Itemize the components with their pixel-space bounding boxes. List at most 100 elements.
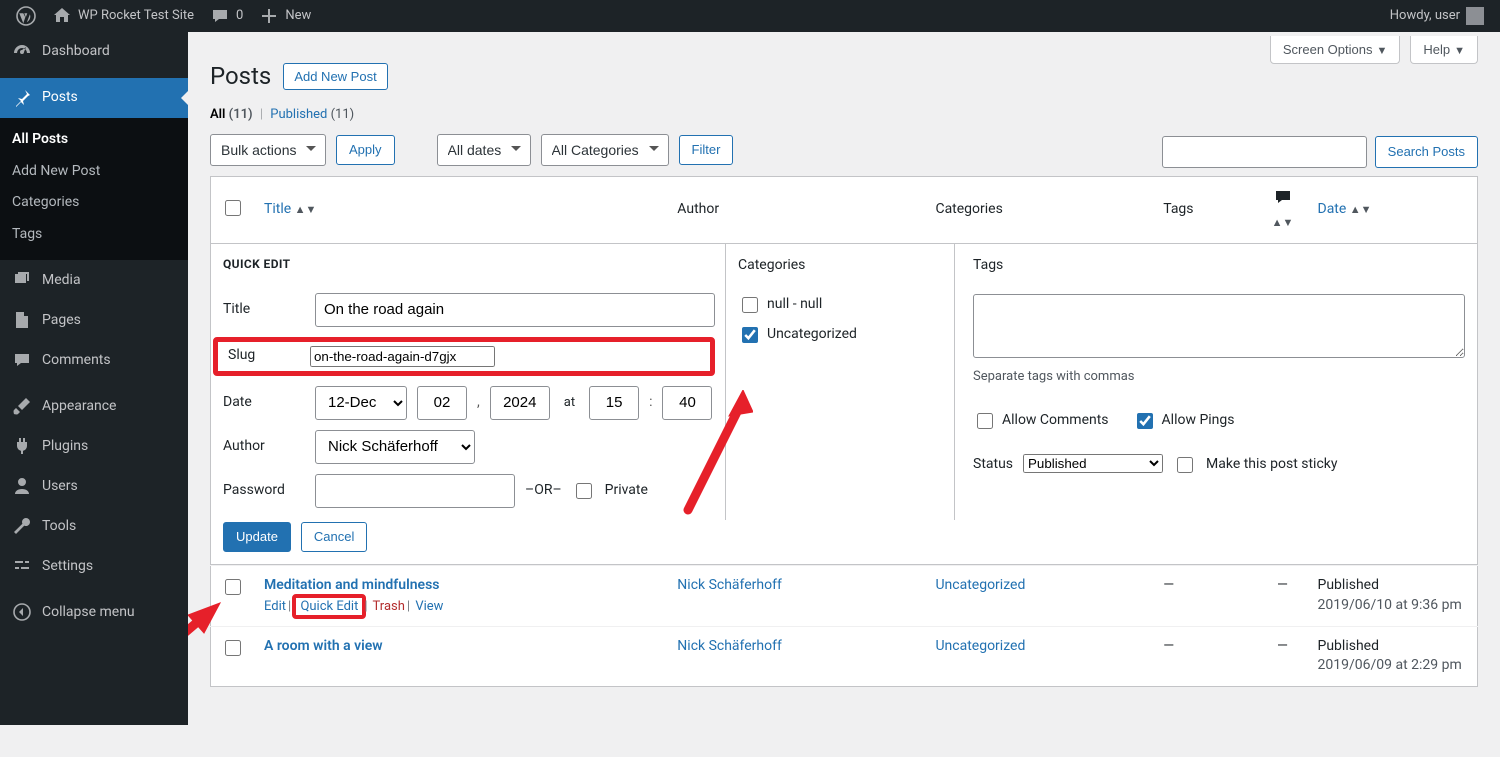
submenu-add-new[interactable]: Add New Post	[0, 156, 188, 188]
post-row: Meditation and mindfulness Edit| Quick E…	[211, 565, 1478, 626]
comment-icon	[1273, 187, 1293, 207]
row-trash[interactable]: Trash	[373, 599, 405, 614]
menu-pages[interactable]: Pages	[0, 300, 188, 340]
column-comments[interactable]: ▲▼	[1258, 176, 1308, 243]
bulk-actions-select[interactable]: Bulk actions	[210, 134, 326, 166]
row-view[interactable]: View	[415, 599, 443, 614]
qe-minute-input[interactable]	[662, 386, 712, 420]
submenu-categories[interactable]: Categories	[0, 187, 188, 219]
qe-cat-option[interactable]: Uncategorized	[738, 324, 942, 346]
sort-icon: ▲▼	[1272, 216, 1294, 229]
qe-allow-pings[interactable]: Allow Pings	[1133, 410, 1235, 432]
menu-users[interactable]: Users	[0, 466, 188, 506]
qe-categories-label: Categories	[738, 256, 942, 276]
filter-published[interactable]: Published (11)	[270, 107, 354, 122]
help-button[interactable]: Help▼	[1410, 36, 1478, 64]
menu-settings[interactable]: Settings	[0, 546, 188, 586]
screen-options-button[interactable]: Screen Options▼	[1270, 36, 1401, 64]
qe-slug-label: Slug	[218, 346, 298, 366]
row-tags: —	[1153, 626, 1257, 686]
qe-tags-textarea[interactable]	[973, 294, 1465, 358]
search-posts-button[interactable]: Search Posts	[1375, 136, 1478, 168]
qe-password-label: Password	[223, 481, 305, 501]
qe-private-checkbox[interactable]	[576, 483, 592, 499]
posts-table: Title ▲▼ Author Categories Tags ▲▼ Date …	[210, 176, 1478, 687]
filter-all[interactable]: All (11)	[210, 107, 253, 122]
cancel-button[interactable]: Cancel	[301, 522, 367, 552]
quick-edit-highlight: Quick Edit	[292, 594, 366, 619]
row-author[interactable]: Nick Schäferhoff	[677, 638, 782, 654]
row-edit[interactable]: Edit	[264, 599, 286, 614]
qe-sticky-checkbox[interactable]	[1177, 457, 1193, 473]
qe-hour-input[interactable]	[589, 386, 639, 420]
menu-posts[interactable]: Posts	[0, 78, 188, 118]
row-comments: —	[1258, 626, 1308, 686]
menu-tools[interactable]: Tools	[0, 506, 188, 546]
row-actions: Edit| Quick Edit| Trash| View	[264, 598, 657, 616]
comment-count-link[interactable]: 0	[202, 0, 251, 32]
qe-author-select[interactable]: Nick Schäferhoff	[315, 430, 475, 464]
column-date[interactable]: Date ▲▼	[1308, 176, 1478, 243]
qe-title-input[interactable]	[315, 293, 715, 327]
admin-bar: WP Rocket Test Site 0 New Howdy, user	[0, 0, 1500, 32]
menu-media[interactable]: Media	[0, 260, 188, 300]
add-new-post-button[interactable]: Add New Post	[283, 63, 387, 90]
qe-cat-option[interactable]: null - null	[738, 294, 942, 316]
home-icon	[52, 6, 72, 26]
account-link[interactable]: Howdy, user	[1382, 0, 1492, 32]
qe-month-select[interactable]: 12-Dec	[315, 386, 407, 420]
page-icon	[12, 310, 32, 330]
collapse-icon	[12, 602, 32, 622]
row-author[interactable]: Nick Schäferhoff	[677, 577, 782, 593]
admin-sidebar: Dashboard Posts All Posts Add New Post C…	[0, 32, 188, 725]
posts-submenu: All Posts Add New Post Categories Tags	[0, 118, 188, 260]
wp-logo[interactable]	[8, 0, 44, 32]
post-title-link[interactable]: A room with a view	[264, 638, 383, 654]
menu-dashboard[interactable]: Dashboard	[0, 32, 188, 72]
date-filter-select[interactable]: All dates	[437, 134, 531, 166]
row-category[interactable]: Uncategorized	[935, 577, 1025, 593]
filter-button[interactable]: Filter	[679, 135, 734, 165]
apply-button[interactable]: Apply	[336, 135, 395, 165]
page-title: Posts	[210, 60, 271, 94]
gauge-icon	[12, 42, 32, 62]
comments-icon	[12, 350, 32, 370]
qe-password-input[interactable]	[315, 474, 515, 508]
column-title[interactable]: Title ▲▼	[254, 176, 667, 243]
qe-author-label: Author	[223, 437, 305, 457]
site-name-link[interactable]: WP Rocket Test Site	[44, 0, 202, 32]
pin-icon	[12, 88, 32, 108]
qe-year-input[interactable]	[490, 386, 550, 420]
menu-comments[interactable]: Comments	[0, 340, 188, 380]
qe-tags-hint: Separate tags with commas	[973, 368, 1465, 386]
submenu-all-posts[interactable]: All Posts	[0, 124, 188, 156]
sort-icon: ▲▼	[295, 203, 317, 216]
submenu-tags[interactable]: Tags	[0, 219, 188, 251]
qe-slug-input[interactable]	[310, 346, 495, 367]
comment-count: 0	[236, 7, 243, 25]
media-icon	[12, 270, 32, 290]
qe-title-label: Title	[223, 300, 305, 320]
qe-allow-comments[interactable]: Allow Comments	[973, 410, 1109, 432]
qe-day-input[interactable]	[417, 386, 467, 420]
row-checkbox[interactable]	[225, 579, 241, 595]
howdy-text: Howdy, user	[1390, 7, 1460, 25]
update-button[interactable]: Update	[223, 522, 291, 552]
row-category[interactable]: Uncategorized	[935, 638, 1025, 654]
comment-icon	[210, 6, 230, 26]
column-tags: Tags	[1153, 176, 1257, 243]
category-filter-select[interactable]: All Categories	[541, 134, 669, 166]
row-tags: —	[1153, 565, 1257, 626]
wordpress-icon	[16, 6, 36, 26]
post-title-link[interactable]: Meditation and mindfulness	[264, 577, 439, 593]
row-checkbox[interactable]	[225, 640, 241, 656]
collapse-menu[interactable]: Collapse menu	[0, 592, 188, 632]
wrench-icon	[12, 516, 32, 536]
row-quick-edit[interactable]: Quick Edit	[300, 599, 358, 614]
qe-status-select[interactable]: Published	[1023, 454, 1163, 473]
menu-appearance[interactable]: Appearance	[0, 386, 188, 426]
menu-plugins[interactable]: Plugins	[0, 426, 188, 466]
select-all-checkbox[interactable]	[225, 200, 241, 216]
post-search-input[interactable]	[1162, 136, 1367, 168]
new-content-link[interactable]: New	[251, 0, 319, 32]
